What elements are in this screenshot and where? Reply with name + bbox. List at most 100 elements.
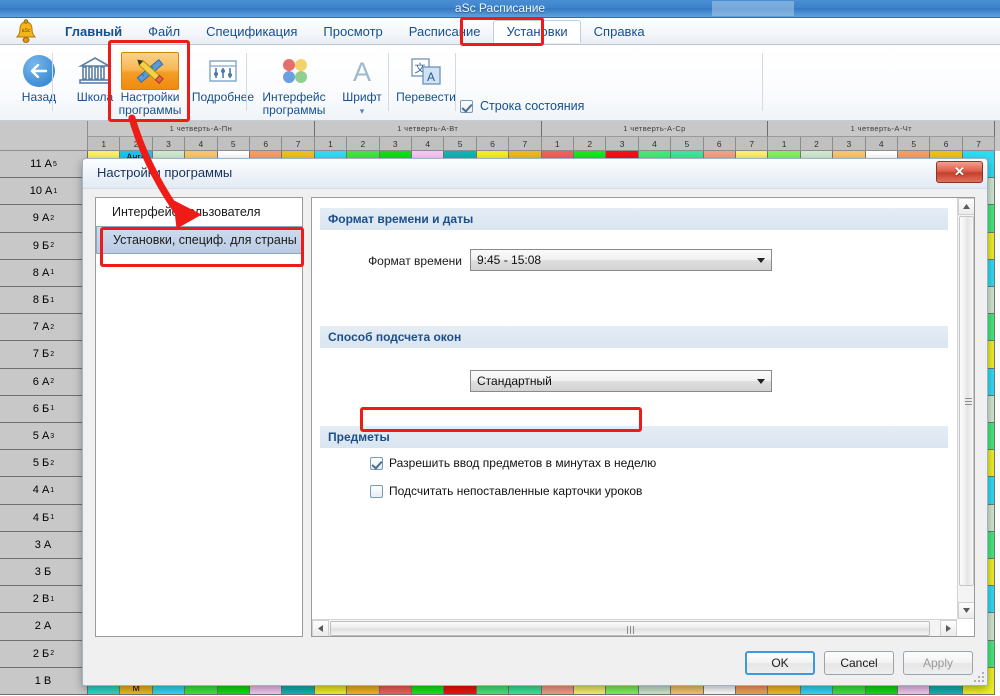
scroll-down-icon[interactable] [958,602,975,619]
timetable-period-header[interactable]: 6 [250,137,282,151]
timetable-row-label: 6 А2 [0,369,88,396]
timetable-row-label: 11 А5 [0,151,88,178]
ribbon-button-font[interactable]: A Шрифт ▾ [336,51,388,118]
timetable-period-header[interactable]: 2 [347,137,379,151]
dialog-body: Интерфейс пользователя Установки, специф… [83,189,987,685]
timetable-period-header[interactable]: 6 [704,137,736,151]
timetable-row-label: 1 В [0,668,88,695]
dialog-title-bar: Настройки программы ✕ [83,159,987,189]
menu-item-raspisanie[interactable]: Расписание [396,20,494,43]
chevron-down-icon[interactable] [757,379,765,384]
section-header-gap-counting: Способ подсчета окон [320,326,948,348]
svg-text:A: A [427,70,435,84]
timetable-period-header[interactable]: 5 [898,137,930,151]
ribbon-button-details-label: Подробнее [186,91,260,104]
timetable-period-header[interactable]: 7 [963,137,995,151]
ribbon-button-translate[interactable]: 文 A Перевести [394,51,458,104]
dialog-nav-list[interactable]: Интерфейс пользователя Установки, специф… [95,197,303,637]
menu-item-specifikaciya[interactable]: Спецификация [193,20,310,43]
menu-item-glavny[interactable]: Главный [52,20,135,43]
ribbon-separator [246,53,247,111]
timetable-period-header[interactable]: 3 [606,137,638,151]
timetable-period-header[interactable]: 5 [444,137,476,151]
timetable-period-header[interactable]: 1 [542,137,574,151]
timetable-row-label: 8 А1 [0,260,88,287]
section-header-time-date: Формат времени и даты [320,208,948,230]
timetable-period-header[interactable]: 4 [185,137,217,151]
checkbox-count-unplaced-cards[interactable]: Подсчитать непоставленные карточки уроко… [370,484,642,498]
resize-grip-icon[interactable] [972,670,984,682]
timetable-period-header[interactable]: 2 [574,137,606,151]
timetable-period-header[interactable]: 3 [833,137,865,151]
ribbon-separator [108,53,109,111]
horizontal-scroll-thumb[interactable] [330,621,930,636]
timetable-row-label: 7 А2 [0,314,88,341]
ribbon-button-program-interface[interactable]: Интерфейс программы ▾ [252,51,336,131]
scroll-grip-icon [965,398,972,405]
timetable-period-header[interactable]: 6 [930,137,962,151]
ribbon-check-status-bar[interactable]: Строка состояния [460,95,760,117]
pane-horizontal-scrollbar[interactable] [312,619,957,636]
checkbox-icon[interactable] [370,485,383,498]
timetable-period-header[interactable]: 7 [509,137,541,151]
timetable-row-label: 2 В1 [0,586,88,613]
timetable-period-header[interactable]: 5 [671,137,703,151]
dialog-button-bar: OK Cancel Apply [745,651,973,675]
ribbon-button-program-interface-label: Интерфейс программы [252,91,336,117]
timetable-period-header[interactable]: 4 [639,137,671,151]
timetable-row-label: 4 А1 [0,477,88,504]
timetable-period-header[interactable]: 1 [88,137,120,151]
vertical-scroll-thumb[interactable] [959,216,974,586]
timetable-period-header[interactable]: 7 [736,137,768,151]
apply-button[interactable]: Apply [903,651,973,675]
timetable-row-label: 9 Б2 [0,233,88,260]
combo-time-format[interactable]: 9:45 - 15:08 [470,249,772,271]
nav-item-user-interface[interactable]: Интерфейс пользователя [96,198,302,226]
menu-item-fajl[interactable]: Файл [135,20,193,43]
menu-item-prosmotr[interactable]: Просмотр [310,20,395,43]
timetable-period-header[interactable]: 3 [380,137,412,151]
timetable-period-header[interactable]: 4 [866,137,898,151]
chevron-down-icon[interactable]: ▾ [360,106,365,116]
timetable-period-header[interactable]: 7 [282,137,314,151]
dialog-settings-pane: Формат времени и даты Формат времени 9:4… [311,197,975,637]
ok-button[interactable]: OK [745,651,815,675]
timetable-period-header[interactable]: 2 [120,137,152,151]
checkbox-minutes-per-week[interactable]: Разрешить ввод предметов в минутах в нед… [370,456,656,470]
program-settings-dialog[interactable]: Настройки программы ✕ Интерфейс пользова… [82,158,988,686]
window-title: aSc Расписание [0,1,1000,15]
timetable-period-header[interactable]: 5 [218,137,250,151]
scroll-up-icon[interactable] [958,198,975,215]
scroll-left-icon[interactable] [312,620,329,637]
timetable-row-label: 6 Б1 [0,396,88,423]
pane-vertical-scrollbar[interactable] [957,198,974,619]
combo-gap-counting-value: Стандартный [477,374,552,388]
checkbox-icon[interactable] [460,100,473,113]
menu-item-ustanovki[interactable]: Установки [493,20,580,43]
scroll-right-icon[interactable] [940,620,957,637]
timetable-period-header[interactable]: 4 [412,137,444,151]
timetable-period-header[interactable]: 1 [768,137,800,151]
nav-item-country-specific[interactable]: Установки, специф. для страны [96,226,302,254]
checkbox-icon[interactable] [370,457,383,470]
combo-time-format-value: 9:45 - 15:08 [477,253,541,267]
timetable-period-header[interactable]: 1 [315,137,347,151]
ribbon-button-program-settings-label: Настройки программы [112,91,188,117]
svg-text:A: A [353,57,371,86]
timetable-period-header[interactable]: 3 [153,137,185,151]
close-icon[interactable]: ✕ [936,161,983,183]
dialog-settings-content: Формат времени и даты Формат времени 9:4… [312,198,956,618]
timetable-row-label: 5 Б2 [0,450,88,477]
svg-text:aSc: aSc [22,28,31,34]
menu-item-spravka[interactable]: Справка [581,20,658,43]
timetable-row-label: 3 А [0,532,88,559]
timetable-row-label: 4 Б1 [0,505,88,532]
ribbon-button-program-settings[interactable]: Настройки программы [112,51,188,117]
timetable-period-header[interactable]: 2 [801,137,833,151]
timetable-period-header[interactable]: 6 [477,137,509,151]
chevron-down-icon[interactable] [757,258,765,263]
ribbon-button-details[interactable]: Подробнее [186,51,260,104]
combo-gap-counting[interactable]: Стандартный [470,370,772,392]
cancel-button[interactable]: Cancel [824,651,894,675]
label-time-format: Формат времени [352,254,462,268]
